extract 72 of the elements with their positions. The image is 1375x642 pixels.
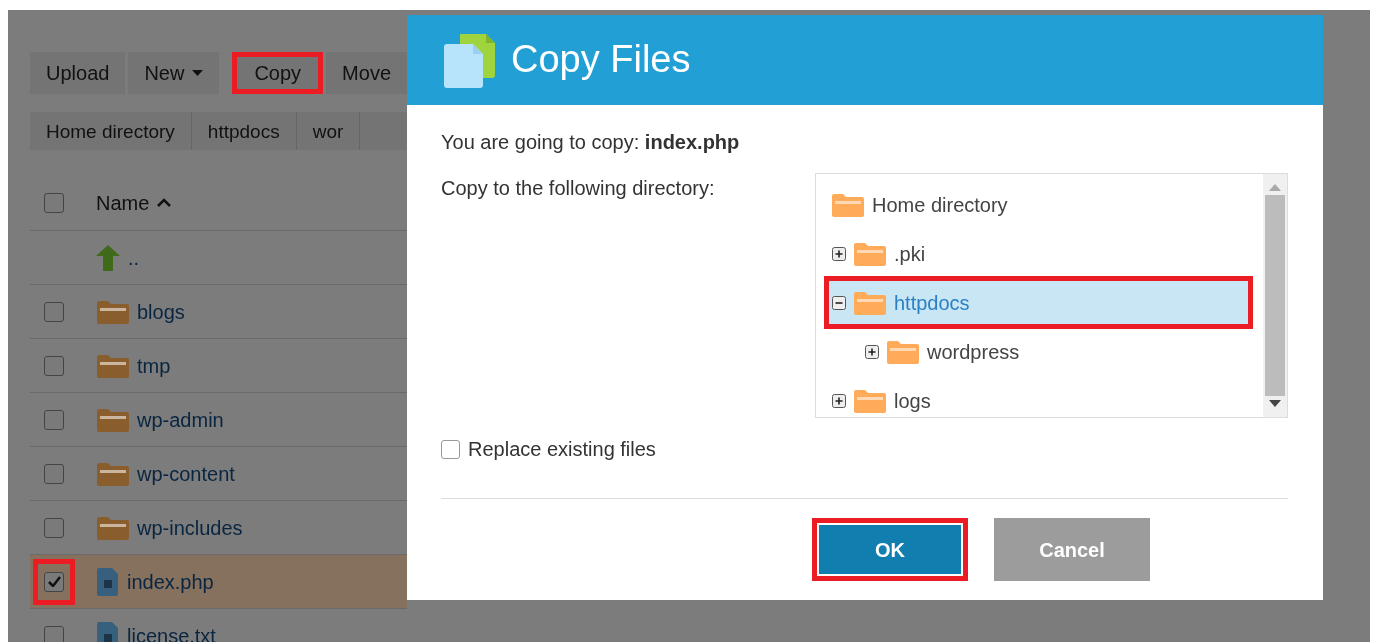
replace-label: Replace existing files	[468, 437, 656, 462]
directory-label: Copy to the following directory:	[441, 176, 716, 201]
tree-label: wordpress	[927, 339, 1020, 365]
row-checkbox[interactable]	[44, 625, 64, 642]
file-name-link[interactable]: license.txt	[127, 620, 216, 642]
breadcrumb-link[interactable]: wor	[296, 112, 361, 150]
caret-icon	[192, 70, 204, 76]
tree-label: httpdocs	[894, 290, 970, 316]
file-row[interactable]: license.txt	[30, 609, 407, 642]
file-name-link[interactable]: tmp	[137, 350, 171, 381]
scroll-thumb[interactable]	[1265, 195, 1285, 396]
copy-message: You are going to copy: index.php	[441, 130, 741, 155]
select-all-checkbox[interactable]	[44, 192, 64, 213]
breadcrumb-link[interactable]: Home directory	[30, 112, 192, 150]
file-name-link[interactable]: wp-includes	[137, 512, 243, 543]
file-name-link[interactable]: wp-content	[137, 458, 235, 489]
tree-item[interactable]: logs	[832, 376, 1263, 417]
file-row[interactable]: wp-admin	[30, 393, 407, 447]
breadcrumb-link[interactable]: httpdocs	[191, 112, 297, 150]
file-row[interactable]: blogs	[30, 285, 407, 339]
tree-item[interactable]: .pki	[832, 229, 1263, 278]
file-row[interactable]: wp-content	[30, 447, 407, 501]
scroll-down-icon[interactable]	[1269, 400, 1281, 407]
expand-icon[interactable]	[832, 393, 846, 408]
folder-icon	[97, 407, 129, 432]
folder-icon	[97, 299, 129, 324]
tree-item[interactable]: wordpress	[832, 327, 1263, 376]
tree-item[interactable]: Home directory	[832, 180, 1263, 229]
toolbar-button[interactable]: Copy	[232, 52, 324, 94]
expand-icon[interactable]	[865, 344, 879, 359]
collapse-icon[interactable]	[832, 295, 846, 310]
documents-icon	[443, 32, 497, 88]
expand-icon[interactable]	[832, 246, 846, 261]
folder-icon	[887, 339, 919, 364]
toolbar-button[interactable]: Upload	[30, 52, 126, 94]
folder-icon	[854, 388, 886, 413]
file-row[interactable]: index.php	[30, 555, 407, 609]
folder-icon	[832, 192, 864, 217]
row-checkbox[interactable]	[44, 409, 64, 430]
toolbar-button[interactable]: New	[128, 52, 220, 94]
tree-item[interactable]: httpdocs	[826, 278, 1251, 327]
document-icon	[97, 621, 119, 642]
ok-button[interactable]: OK	[812, 518, 968, 581]
scrollbar[interactable]	[1263, 174, 1287, 417]
folder-icon	[97, 461, 129, 486]
dialog-title: Copy Files	[511, 37, 691, 83]
file-name-link[interactable]: blogs	[137, 296, 185, 327]
scroll-up-icon[interactable]	[1269, 184, 1281, 191]
folder-icon	[854, 290, 886, 315]
tree-label: .pki	[894, 241, 926, 267]
tree-label: Home directory	[872, 192, 1008, 218]
checkmark-icon	[47, 576, 61, 587]
folder-icon	[97, 353, 129, 378]
toolbar-button[interactable]: Move	[326, 52, 407, 94]
file-row[interactable]: ..	[30, 231, 407, 285]
row-checkbox[interactable]	[44, 571, 64, 592]
folder-icon	[97, 515, 129, 540]
row-checkbox[interactable]	[44, 463, 64, 484]
file-name-link[interactable]: index.php	[127, 566, 214, 597]
file-row[interactable]: tmp	[30, 339, 407, 393]
replace-checkbox[interactable]	[441, 439, 460, 459]
column-header[interactable]: Name	[96, 187, 172, 218]
folder-icon	[854, 241, 886, 266]
up-arrow-icon	[96, 244, 120, 271]
file-name-link[interactable]: ..	[128, 242, 140, 273]
file-name-link[interactable]: wp-admin	[137, 404, 224, 435]
tree-label: logs	[894, 388, 931, 414]
row-checkbox[interactable]	[44, 301, 64, 322]
row-checkbox[interactable]	[44, 517, 64, 538]
cancel-button[interactable]: Cancel	[994, 518, 1150, 581]
document-icon	[97, 567, 119, 596]
row-checkbox[interactable]	[44, 355, 64, 376]
